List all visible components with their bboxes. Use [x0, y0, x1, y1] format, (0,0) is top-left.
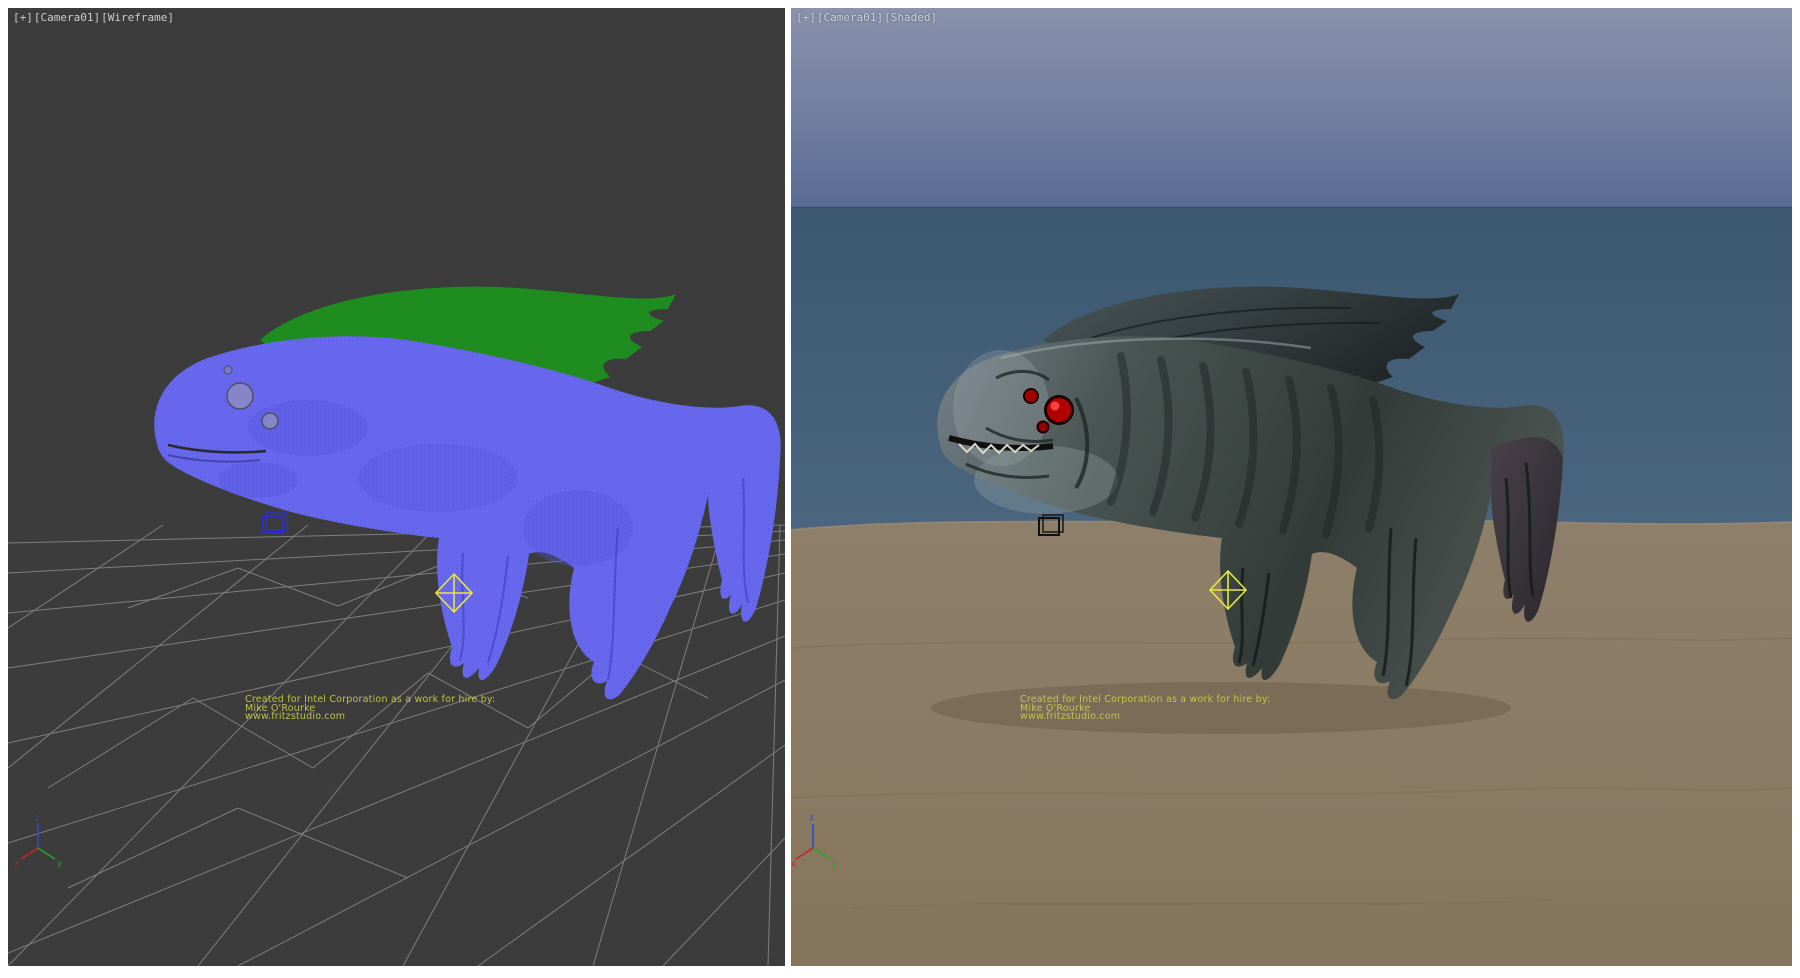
- axis-z-label: z: [34, 813, 39, 822]
- watermark-text: Created for Intel Corporation as a work …: [245, 696, 495, 722]
- watermark-line3: www.fritzstudio.com: [1020, 713, 1270, 722]
- viewport-scene-right: z x y: [791, 8, 1792, 966]
- viewport-label-left: [+][Camera01][Wireframe]: [13, 11, 175, 24]
- fish-model-wireframe[interactable]: [154, 287, 780, 700]
- viewport-menu-button[interactable]: [+]: [13, 11, 33, 24]
- world-axis-tripod: z x y: [14, 813, 62, 868]
- axis-z-label: z: [809, 813, 814, 822]
- sky-background: [791, 8, 1792, 208]
- shading-label-button[interactable]: [Shaded]: [884, 11, 937, 24]
- axis-x-label: x: [14, 859, 19, 868]
- watermark-text: Created for Intel Corporation as a work …: [1020, 696, 1270, 722]
- viewport-left[interactable]: [+][Camera01][Wireframe]: [8, 8, 785, 966]
- belly-highlight: [974, 446, 1118, 514]
- camera-label-button[interactable]: [Camera01]: [34, 11, 100, 24]
- viewport-right[interactable]: [+][Camera01][Shaded]: [791, 8, 1792, 966]
- viewport-menu-button[interactable]: [+]: [796, 11, 816, 24]
- viewport-scene-left: z x y: [8, 8, 785, 966]
- viewport-label-right: [+][Camera01][Shaded]: [796, 11, 938, 24]
- watermark-line3: www.fritzstudio.com: [245, 713, 495, 722]
- box-helper[interactable]: [263, 513, 287, 533]
- axis-y-label: y: [832, 859, 837, 868]
- axis-y-label: y: [57, 859, 62, 868]
- axis-x-label: x: [791, 859, 796, 868]
- dual-viewport-layout: [+][Camera01][Wireframe]: [0, 0, 1800, 978]
- shading-label-button[interactable]: [Wireframe]: [101, 11, 174, 24]
- camera-label-button[interactable]: [Camera01]: [817, 11, 883, 24]
